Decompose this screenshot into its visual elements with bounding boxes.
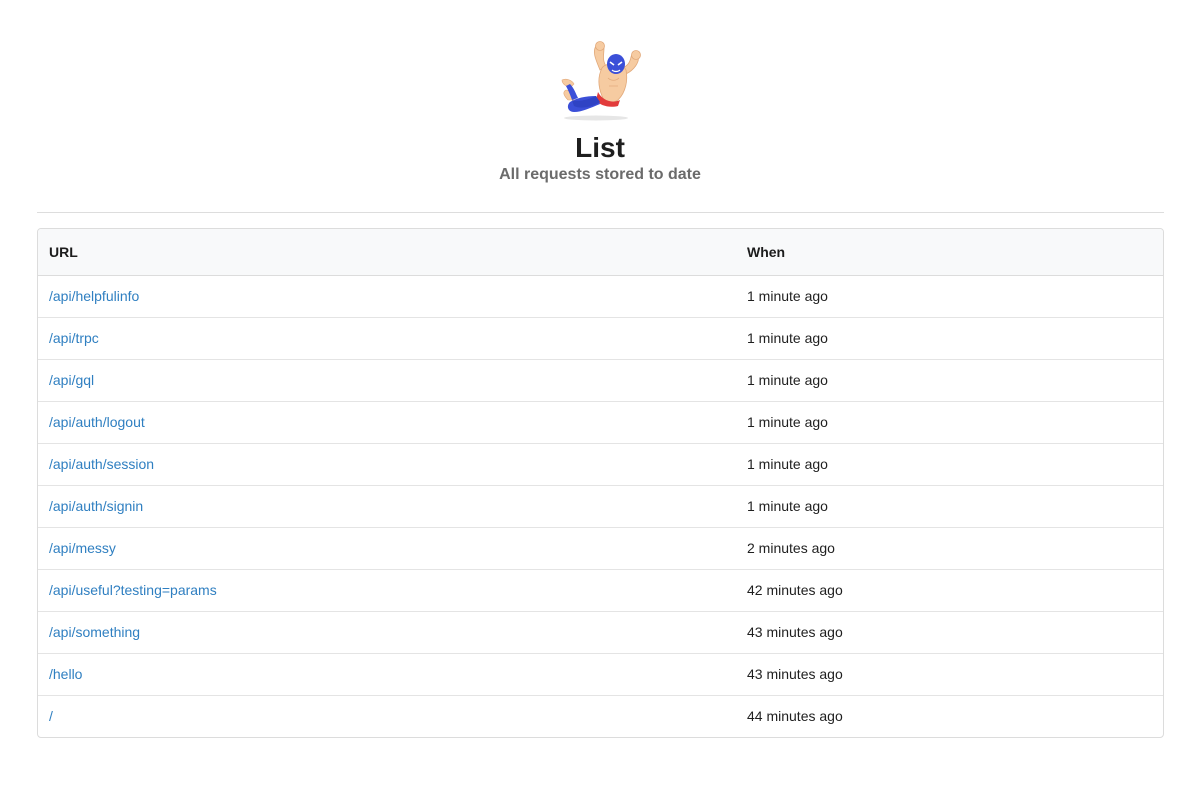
url-cell: /api/auth/signin — [38, 485, 736, 527]
when-cell: 1 minute ago — [747, 330, 828, 346]
url-cell: /api/something — [38, 611, 736, 653]
request-url-link[interactable]: /api/auth/session — [49, 456, 154, 472]
url-cell: /api/trpc — [38, 317, 736, 359]
column-header-url: URL — [38, 229, 736, 276]
table-header-row: URL When — [38, 229, 1163, 276]
request-url-link[interactable]: /api/helpfulinfo — [49, 288, 139, 304]
table-row: /api/auth/signin 1 minute ago — [38, 485, 1163, 527]
page: List All requests stored to date URL Whe… — [0, 0, 1200, 798]
url-cell: /hello — [38, 653, 736, 695]
request-url-link[interactable]: /api/auth/logout — [49, 414, 145, 430]
when-cell: 1 minute ago — [747, 288, 828, 304]
when-cell: 2 minutes ago — [747, 540, 835, 556]
when-cell: 44 minutes ago — [747, 708, 843, 725]
page-title: List — [575, 132, 625, 163]
url-cell: /api/auth/logout — [38, 401, 736, 443]
request-url-link[interactable]: /api/useful?testing=params — [49, 582, 217, 598]
table-row: /api/trpc 1 minute ago — [38, 317, 1163, 359]
request-url-link[interactable]: /api/something — [49, 624, 140, 640]
when-cell: 1 minute ago — [747, 372, 828, 388]
page-subtitle: All requests stored to date — [499, 166, 701, 183]
table-row: /api/helpfulinfo 1 minute ago — [38, 275, 1163, 317]
when-cell: 42 minutes ago — [747, 582, 843, 598]
when-cell: 1 minute ago — [747, 498, 828, 514]
url-cell: / — [38, 695, 736, 737]
request-url-link[interactable]: / — [49, 708, 53, 724]
table-row: / 44 minutes ago — [38, 695, 1163, 737]
when-cell: 1 minute ago — [747, 414, 828, 430]
column-header-when: When — [736, 229, 1163, 276]
table-row: /api/useful?testing=params 42 minutes ag… — [38, 569, 1163, 611]
request-url-link[interactable]: /api/messy — [49, 540, 116, 556]
luchador-mascot-icon — [561, 41, 641, 121]
request-url-link[interactable]: /api/auth/signin — [49, 498, 143, 514]
when-cell: 1 minute ago — [747, 456, 828, 472]
table-body: /api/helpfulinfo 1 minute ago /api/trpc … — [38, 275, 1163, 737]
url-cell: /api/useful?testing=params — [38, 569, 736, 611]
url-cell: /api/auth/session — [38, 443, 736, 485]
table-row: /api/gql 1 minute ago — [38, 359, 1163, 401]
table-row: /hello 43 minutes ago — [38, 653, 1163, 695]
url-cell: /api/helpfulinfo — [38, 275, 736, 317]
header-divider — [37, 212, 1164, 213]
request-url-link[interactable]: /api/gql — [49, 372, 94, 388]
table-row: /api/auth/logout 1 minute ago — [38, 401, 1163, 443]
requests-table: URL When /api/helpfulinfo 1 minute ago /… — [38, 229, 1163, 737]
when-cell: 43 minutes ago — [747, 624, 843, 640]
requests-table-container: URL When /api/helpfulinfo 1 minute ago /… — [37, 228, 1164, 738]
when-cell: 43 minutes ago — [747, 666, 843, 682]
url-cell: /api/gql — [38, 359, 736, 401]
table-row: /api/something 43 minutes ago — [38, 611, 1163, 653]
table-header: URL When — [38, 229, 1163, 276]
page-header: List All requests stored to date — [0, 0, 1200, 212]
url-cell: /api/messy — [38, 527, 736, 569]
request-url-link[interactable]: /api/trpc — [49, 330, 99, 346]
table-row: /api/messy 2 minutes ago — [38, 527, 1163, 569]
request-url-link[interactable]: /hello — [49, 666, 82, 682]
table-row: /api/auth/session 1 minute ago — [38, 443, 1163, 485]
